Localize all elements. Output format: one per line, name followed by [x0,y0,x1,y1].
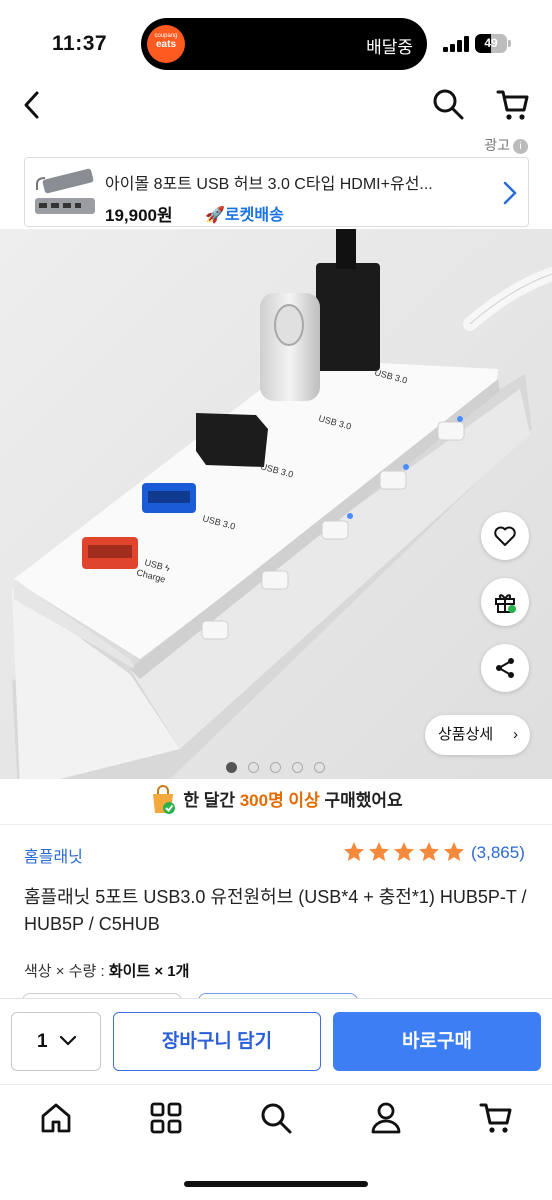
battery-level: 49 [484,36,498,50]
shopping-bag-icon [153,784,176,814]
cart-icon[interactable] [479,1101,513,1135]
star-icon [444,842,464,861]
rocket-delivery-badge: 🚀로켓배송 [205,201,284,225]
top-nav [0,80,552,132]
wishlist-button[interactable] [481,512,529,560]
back-arrow-icon[interactable] [18,90,48,120]
share-icon [496,658,514,678]
gift-button[interactable] [481,578,529,626]
search-icon[interactable] [259,1101,293,1135]
product-detail-button[interactable]: 상품상세 › [425,715,530,755]
ad-label: 광고 i [484,135,528,155]
ad-label-text: 광고 [484,137,510,153]
status-time: 11:37 [52,32,108,55]
home-icon[interactable] [39,1101,73,1135]
chevron-right-icon [503,181,517,205]
chevron-right-icon: › [513,726,518,743]
ad-product-title: 아이몰 8포트 USB 허브 3.0 C타입 HDMI+유선... [105,176,433,193]
cart-icon[interactable] [496,88,530,122]
category-grid-icon[interactable] [149,1101,183,1135]
battery-icon: 49 [475,34,511,53]
eats-badge-large-text: eats [155,39,176,50]
section-divider [0,824,552,825]
status-bar: 11:37 coupang eats 배달중 49 [0,0,552,90]
ad-product-price: 19,900원 [105,206,173,225]
review-count[interactable]: (3,865) [471,843,525,863]
star-icon [394,842,414,861]
star-rating[interactable] [342,840,467,864]
product-image-carousel[interactable]: USB 3.0 USB 3.0 USB 3.0 USB 3.0 USB ϟ Ch… [0,229,552,779]
home-indicator[interactable] [184,1181,368,1187]
carousel-dot[interactable] [314,762,325,773]
product-title: 홈플래닛 5포트 USB3.0 유전원허브 (USB*4 + 충전*1) HUB… [24,887,527,934]
purchase-count-number: 300명 이상 [239,791,320,810]
heart-icon [494,526,516,546]
rocket-icon: 🚀 [205,207,225,224]
share-button[interactable] [481,644,529,692]
info-icon[interactable]: i [513,138,528,154]
carousel-dot[interactable] [248,762,259,773]
carousel-pagination[interactable] [226,762,326,776]
gift-icon [495,594,516,613]
product-detail-label: 상품상세 [438,726,494,743]
chevron-down-icon [59,1035,77,1046]
star-icon [369,842,389,861]
buy-now-button[interactable]: 바로구매 [333,1012,541,1071]
dynamic-island[interactable]: coupang eats 배달중 [141,18,427,70]
search-icon[interactable] [432,88,464,120]
ad-product-thumbnail [31,164,101,222]
purchase-count-banner: 한 달간 300명 이상 구매했어요 [0,784,552,817]
delivery-status-text: 배달중 [366,38,413,57]
coupang-eats-icon: coupang eats [147,25,185,63]
star-icon [344,842,364,861]
my-page-person-icon[interactable] [369,1101,403,1135]
purchase-count-suffix: 구매했어요 [319,791,403,810]
option-label: 색상 × 수량 : [24,963,109,980]
carousel-dot[interactable] [270,762,281,773]
carousel-dot[interactable] [226,762,237,773]
star-icon [419,842,439,861]
sponsored-product-card[interactable]: 아이몰 8포트 USB 허브 3.0 C타입 HDMI+유선... 19,900… [24,157,529,227]
selected-option: 색상 × 수량 : 화이트 × 1개 [24,960,189,981]
quantity-selector[interactable]: 1 [11,1012,101,1071]
carousel-dot[interactable] [292,762,303,773]
quantity-value: 1 [37,1031,48,1052]
brand-link[interactable]: 홈플래닛 [24,843,83,867]
add-to-cart-button[interactable]: 장바구니 담기 [113,1012,321,1071]
cellular-signal-icon [443,36,469,52]
purchase-count-prefix: 한 달간 [183,791,240,810]
option-value: 화이트 × 1개 [108,963,190,980]
purchase-bar: 1 장바구니 담기 바로구매 [0,998,552,1084]
rocket-delivery-text: 로켓배송 [224,207,284,224]
usb-hub-product-photo: USB 3.0 USB 3.0 USB 3.0 USB 3.0 USB ϟ Ch… [0,229,552,779]
